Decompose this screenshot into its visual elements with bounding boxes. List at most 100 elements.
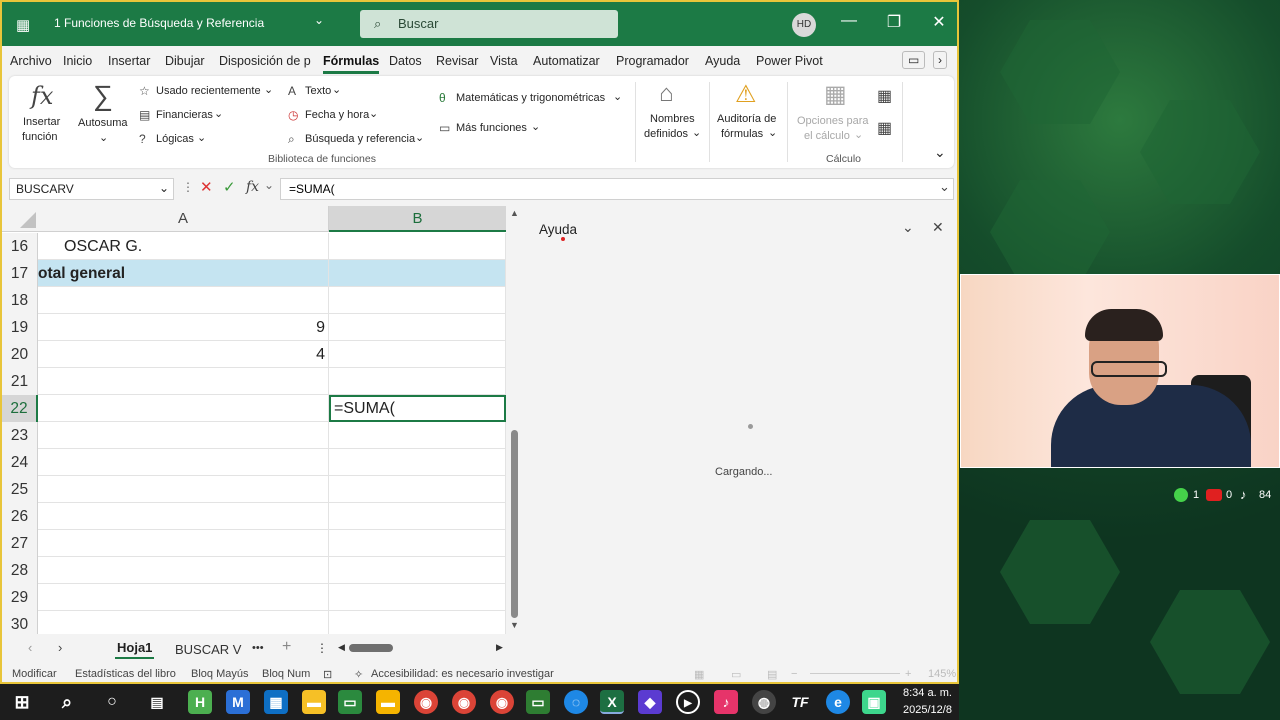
chevron-down-icon[interactable]: ⌄	[692, 126, 701, 139]
clock-time[interactable]: 8:34 a. m.	[903, 687, 952, 699]
chevron-down-icon[interactable]: ⌄	[99, 131, 108, 144]
tiktok-app-icon[interactable]: ♪	[714, 690, 738, 714]
cell-b[interactable]	[329, 368, 506, 395]
tab-programador[interactable]: Programador	[616, 54, 689, 68]
chevron-down-icon[interactable]: ⌄	[159, 181, 169, 195]
restore-button[interactable]: ❐	[874, 12, 914, 32]
scroll-left-icon[interactable]: ◀	[338, 642, 345, 653]
cell-b[interactable]	[329, 503, 506, 530]
financial-button[interactable]: Financieras	[156, 109, 213, 121]
tab-disposicion[interactable]: Disposición de p	[219, 54, 311, 68]
folder-icon[interactable]: ▬	[376, 690, 400, 714]
vertical-scrollbar[interactable]: ▲ ▼	[506, 206, 522, 634]
formula-auditing-label-2[interactable]: fórmulas	[721, 128, 763, 140]
row-number[interactable]: 18	[2, 287, 38, 314]
chrome-icon[interactable]: ◉	[414, 690, 438, 714]
column-header-a[interactable]: A	[38, 206, 329, 232]
date-time-button[interactable]: Fecha y hora	[305, 109, 369, 121]
cell-b[interactable]	[329, 341, 506, 368]
obs-icon[interactable]: ◍	[752, 690, 776, 714]
more-functions-button[interactable]: Más funciones	[456, 122, 527, 134]
insert-function-label[interactable]: Insertar	[23, 116, 60, 128]
chevron-down-icon[interactable]: ⌄	[768, 126, 777, 139]
row-number[interactable]: 25	[2, 476, 38, 503]
chevron-down-icon[interactable]: ⌄	[531, 120, 540, 133]
tab-datos[interactable]: Datos	[389, 54, 422, 68]
more-sheets-button[interactable]: •••	[252, 642, 264, 654]
zoom-in-icon[interactable]: +	[905, 668, 911, 680]
cell-b[interactable]	[329, 557, 506, 584]
cell-a[interactable]	[38, 368, 329, 395]
tab-vista[interactable]: Vista	[490, 54, 518, 68]
tab-formulas[interactable]: Fórmulas	[323, 54, 380, 74]
insert-function-label-2[interactable]: función	[22, 131, 57, 143]
spreadsheet-grid[interactable]: A B 16 OSCAR G. 17 otal general 18 19 9 20 4 21 22…	[2, 206, 522, 634]
scroll-up-icon[interactable]: ▲	[510, 208, 519, 218]
windows-start-icon[interactable]: ⊞	[10, 690, 34, 714]
sheet-tab-hoja1[interactable]: Hoja1	[115, 640, 155, 659]
cell-a[interactable]	[38, 503, 329, 530]
more-options-icon[interactable]: ⋮	[182, 180, 194, 194]
cortana-icon[interactable]: ○	[100, 690, 124, 714]
autosum-button[interactable]: Autosuma	[78, 117, 128, 129]
page-break-icon[interactable]: ▤	[767, 668, 777, 681]
document-title[interactable]: 1 Funciones de Búsqueda y Referencia	[54, 16, 264, 30]
collapse-ribbon-icon[interactable]: ⌄	[934, 144, 946, 161]
next-sheet-icon[interactable]: ›	[58, 640, 62, 655]
cell-b[interactable]	[329, 422, 506, 449]
tab-inicio[interactable]: Inicio	[63, 54, 92, 68]
function-icon[interactable]: fx	[31, 82, 53, 110]
edge-icon[interactable]: e	[826, 690, 850, 714]
scroll-down-icon[interactable]: ▼	[510, 620, 519, 630]
macro-icon[interactable]: ⊡	[323, 668, 332, 681]
tab-automatizar[interactable]: Automatizar	[533, 54, 600, 68]
row-number[interactable]: 28	[2, 557, 38, 584]
sheet-tab-buscar-v[interactable]: BUSCAR V	[175, 642, 241, 657]
close-button[interactable]: ✕	[919, 12, 957, 32]
expand-formula-icon[interactable]: ⌄	[939, 179, 950, 195]
chevron-down-icon[interactable]: ⌄	[415, 131, 424, 144]
cell-a[interactable]: 9	[38, 314, 329, 341]
cell-a[interactable]	[38, 287, 329, 314]
microsoft365-icon[interactable]: M	[226, 690, 250, 714]
cell-a[interactable]	[38, 476, 329, 503]
excel-taskbar-icon[interactable]: X	[600, 690, 624, 714]
scroll-right-icon[interactable]: ▶	[496, 642, 503, 653]
column-header-b[interactable]: B	[329, 206, 506, 232]
search-box[interactable]: ⌕ Buscar	[360, 10, 618, 38]
purple-app-icon[interactable]: ◆	[638, 690, 662, 714]
cell-b[interactable]	[329, 584, 506, 611]
chevron-down-icon[interactable]: ⌄	[332, 83, 341, 96]
cancel-icon[interactable]: ✕	[200, 178, 213, 196]
cell-a[interactable]	[38, 557, 329, 584]
chevron-down-icon[interactable]: ⌄	[613, 90, 622, 103]
horizontal-scrollbar-thumb[interactable]	[349, 644, 393, 652]
formula-input[interactable]: =SUMA(	[280, 178, 954, 200]
store-icon[interactable]: ▦	[264, 690, 288, 714]
recent-functions-button[interactable]: Usado recientemente	[156, 85, 261, 97]
zoom-slider[interactable]	[810, 673, 900, 674]
cell-b[interactable]	[329, 314, 506, 341]
tab-revisar[interactable]: Revisar	[436, 54, 478, 68]
comments-icon[interactable]: ▭	[902, 51, 926, 69]
tab-insertar[interactable]: Insertar	[108, 54, 150, 68]
tab-archivo[interactable]: Archivo	[10, 54, 52, 68]
row-number[interactable]: 19	[2, 314, 38, 341]
cell-b[interactable]	[329, 611, 506, 634]
cell-a[interactable]	[38, 584, 329, 611]
chevron-down-icon[interactable]: ⌄	[264, 178, 274, 192]
warning-icon[interactable]: ⚠	[735, 80, 757, 109]
chevron-down-icon[interactable]: ⌄	[214, 107, 223, 120]
cell-a[interactable]: otal general	[38, 260, 329, 287]
prev-sheet-icon[interactable]: ‹	[28, 640, 32, 655]
cell-b[interactable]	[329, 449, 506, 476]
cell-a[interactable]	[38, 530, 329, 557]
math-trig-button[interactable]: Matemáticas y trigonométricas	[456, 92, 605, 104]
select-all-corner[interactable]	[2, 206, 38, 232]
chrome-profile-icon[interactable]: ◉	[452, 690, 476, 714]
cell-b[interactable]: =SUMA(	[329, 395, 506, 422]
close-help-icon[interactable]: ✕	[932, 219, 944, 236]
scrollbar-thumb[interactable]	[511, 430, 518, 618]
calculate-sheet-icon[interactable]: ▦	[877, 118, 892, 138]
sigma-icon[interactable]: ∑	[93, 80, 113, 112]
